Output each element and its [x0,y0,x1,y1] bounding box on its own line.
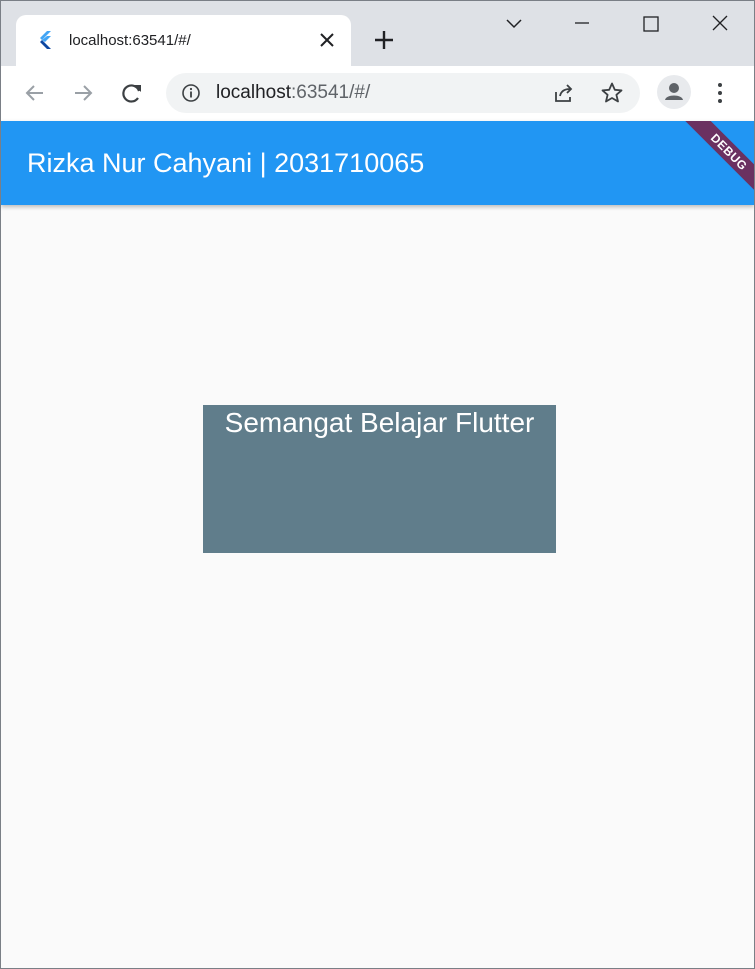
url-host: localhost [216,82,291,103]
tab-strip: localhost:63541/#/ [1,1,754,66]
browser-tab[interactable]: localhost:63541/#/ [16,15,351,66]
star-icon[interactable] [600,81,624,105]
reload-icon[interactable] [118,79,146,107]
browser-window: localhost:63541/#/ localhost:63541/#/ Ri… [0,0,755,969]
flutter-favicon-icon [40,31,51,49]
browser-toolbar: localhost:63541/#/ [1,66,754,122]
avatar-silhouette-icon [665,83,683,100]
new-tab-icon[interactable] [371,27,397,53]
forward-icon[interactable] [69,79,97,107]
content-text: Semangat Belajar Flutter [224,407,535,438]
tab-search-icon[interactable] [499,11,529,37]
menu-icon[interactable] [708,79,732,107]
info-icon[interactable] [181,83,201,103]
back-icon[interactable] [21,79,49,107]
close-window-icon[interactable] [705,11,735,37]
maximize-icon[interactable] [636,11,666,37]
share-icon[interactable] [552,81,576,105]
app-bar-title: Rizka Nur Cahyani | 2031710065 [27,148,425,178]
app-bar: Rizka Nur Cahyani | 2031710065 [1,121,754,205]
url-text[interactable]: localhost:63541/#/ [216,82,370,104]
address-bar[interactable]: localhost:63541/#/ [166,73,640,113]
profile-icon[interactable] [657,75,691,109]
content-container: Semangat Belajar Flutter [203,405,556,553]
url-path: :63541/#/ [291,82,371,103]
close-tab-icon[interactable] [316,29,338,51]
minimize-icon[interactable] [567,11,597,37]
tab-title: localhost:63541/#/ [69,32,191,49]
